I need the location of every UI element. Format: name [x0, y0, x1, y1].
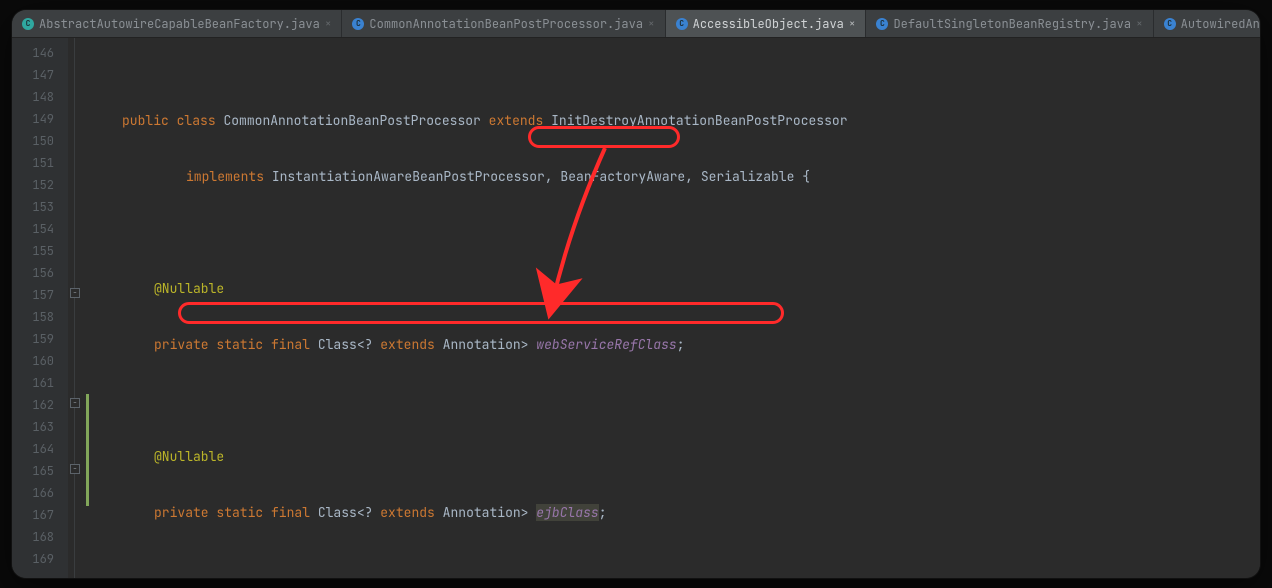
java-class-icon: C	[352, 18, 364, 30]
line-number: 151	[12, 152, 68, 174]
line-number: 148	[12, 86, 68, 108]
close-icon[interactable]: ×	[1136, 17, 1143, 31]
line-number: 149	[12, 108, 68, 130]
tab-label: AbstractAutowireCapableBeanFactory.java	[39, 16, 320, 32]
tab-common-annotation[interactable]: C CommonAnnotationBeanPostProcessor.java…	[342, 10, 665, 37]
line-number: 159	[12, 328, 68, 350]
line-number: 167	[12, 504, 68, 526]
line-number: 150	[12, 130, 68, 152]
tab-label: CommonAnnotationBeanPostProcessor.java	[369, 16, 643, 32]
code-editor[interactable]: 1461471481491501511521531541551561571581…	[12, 38, 1260, 578]
annotation-highlight-assignment	[178, 302, 784, 324]
java-class-icon: C	[1164, 18, 1176, 30]
line-number: 169	[12, 548, 68, 570]
java-class-icon: C	[22, 18, 34, 30]
editor-tabbar: C AbstractAutowireCapableBeanFactory.jav…	[12, 10, 1260, 38]
tab-default-singleton[interactable]: C DefaultSingletonBeanRegistry.java ×	[866, 10, 1153, 37]
tab-abstract-autowire[interactable]: C AbstractAutowireCapableBeanFactory.jav…	[12, 10, 342, 37]
line-number: 147	[12, 64, 68, 86]
line-number: 156	[12, 262, 68, 284]
line-number: 161	[12, 372, 68, 394]
tab-label: DefaultSingletonBeanRegistry.java	[893, 16, 1131, 32]
tab-label: AccessibleObject.java	[693, 16, 844, 32]
line-number: 163	[12, 416, 68, 438]
fold-toggle[interactable]: −	[70, 464, 80, 474]
java-class-icon: C	[676, 18, 688, 30]
fold-toggle[interactable]: −	[70, 398, 80, 408]
tab-accessible-object[interactable]: C AccessibleObject.java ×	[666, 10, 867, 37]
line-number: 165	[12, 460, 68, 482]
line-number: 162	[12, 394, 68, 416]
line-number: 155	[12, 240, 68, 262]
line-number-gutter: 1461471481491501511521531541551561571581…	[12, 38, 68, 578]
line-number: 164	[12, 438, 68, 460]
tab-autowired-annotation[interactable]: C AutowiredAnnotationBeanPostProcessor.j…	[1154, 10, 1260, 37]
ide-window: C AbstractAutowireCapableBeanFactory.jav…	[12, 10, 1260, 578]
close-icon[interactable]: ×	[648, 17, 655, 31]
line-number: 157	[12, 284, 68, 306]
java-class-icon: C	[876, 18, 888, 30]
line-number: 160	[12, 350, 68, 372]
line-number: 153	[12, 196, 68, 218]
vcs-change-marker	[86, 394, 89, 506]
line-number: 146	[12, 42, 68, 64]
line-number: 158	[12, 306, 68, 328]
line-number: 154	[12, 218, 68, 240]
line-number: 168	[12, 526, 68, 548]
close-icon[interactable]: ×	[325, 17, 332, 31]
line-number: 166	[12, 482, 68, 504]
code-area[interactable]: public class CommonAnnotationBeanPostPro…	[90, 38, 1260, 578]
tab-label: AutowiredAnnotationBeanPostProcessor.jav…	[1181, 16, 1260, 32]
line-number: 152	[12, 174, 68, 196]
fold-toggle[interactable]: −	[70, 288, 80, 298]
close-icon[interactable]: ×	[849, 17, 856, 31]
